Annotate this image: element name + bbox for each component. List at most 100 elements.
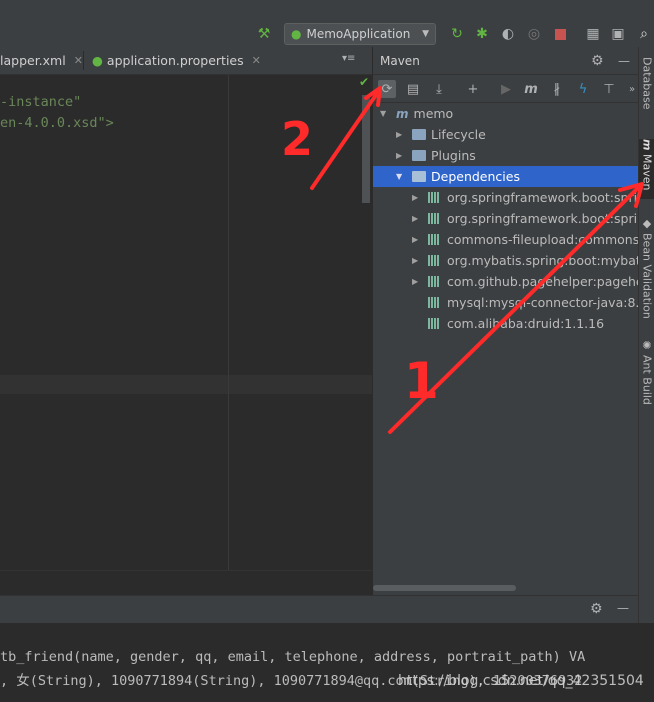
generate-sources-icon[interactable]: ▤ [404,80,422,98]
bean-validation-tool-tab[interactable]: ◆ Bean Validation [639,217,654,327]
tree-item-label: com.alibaba:druid:1.1.16 [447,316,605,331]
collapsed-arrow-icon: ▶ [412,193,419,202]
skip-tests-icon[interactable]: ϟ [574,80,592,98]
library-icon [428,255,442,266]
tree-item-memo[interactable]: ▼ m memo [373,103,639,124]
tab-label: application.properties [106,53,244,68]
build-hammer-icon[interactable]: ⚒ [256,26,272,42]
bottom-panel-header: ⚙ — [0,595,638,624]
ant-build-tool-tab[interactable]: ✺ Ant Build [639,339,654,409]
code-line: -instance" [0,94,82,110]
editor-tab-bar: lapper.xml ✕ ● application.properties ✕ … [0,47,372,75]
code-editor[interactable]: -instance" en-4.0.0.xsd"> ✔ [0,75,372,595]
library-icon [428,276,442,287]
profile-icon[interactable]: ◎ [526,26,542,42]
inspection-ok-icon: ✔ [359,75,370,89]
run-maven-build-icon[interactable]: ▶ [497,80,515,98]
tree-item-lifecycle[interactable]: ▶ Lifecycle [373,124,639,145]
collapsed-arrow-icon: ▶ [412,277,419,286]
tree-item-dependency[interactable]: ▶ org.springframework.boot:spring [373,208,639,229]
show-dependencies-icon[interactable]: ⊤ [600,80,618,98]
close-icon[interactable]: ✕ [252,54,261,67]
tree-item-label: org.mybatis.spring.boot:mybatis- [447,253,639,268]
add-maven-project-icon[interactable]: + [464,80,482,98]
ant-build-tab-label: Ant Build [640,355,654,405]
tree-item-label: org.springframework.boot:spring [447,211,639,226]
bean-validation-tab-label: Bean Validation [640,233,654,319]
folder-icon [412,150,426,161]
reload-all-maven-projects-icon[interactable]: ⟳ [378,80,396,98]
tree-item-dependency[interactable]: ▶ org.mybatis.spring.boot:mybatis- [373,250,639,271]
collapsed-arrow-icon: ▶ [396,151,403,160]
tree-item-dependency[interactable]: ▶ org.springframework.boot:spring [373,187,639,208]
tree-item-label: memo [413,106,454,121]
code-line: en-4.0.0.xsd"> [0,115,114,131]
database-tool-tab[interactable]: Database [639,57,654,127]
tree-item-dependency[interactable]: mysql:mysql-connector-java:8.0.1 [373,292,639,313]
console-output[interactable]: tb_friend(name, gender, qq, email, telep… [0,623,654,702]
tree-item-dependency[interactable]: com.alibaba:druid:1.1.16 [373,313,639,334]
more-actions-icon[interactable]: » [623,80,639,98]
database-tab-label: Database [640,57,654,110]
gear-icon[interactable]: ⚙ [591,53,604,69]
close-icon[interactable]: ✕ [74,54,83,67]
right-tool-strip: Database m Maven ◆ Bean Validation ✺ Ant… [638,47,654,637]
hide-icon[interactable]: — [618,54,630,68]
collapsed-arrow-icon: ▶ [396,130,403,139]
tree-item-label: Plugins [431,148,476,163]
tree-item-dependency[interactable]: ▶ commons-fileupload:commons-fi [373,229,639,250]
hide-icon[interactable]: — [617,601,629,615]
maven-header: Maven ⚙ — [373,47,639,75]
collapsed-arrow-icon: ▶ [412,235,419,244]
expanded-arrow-icon: ▼ [396,172,403,181]
editor-scrollbar[interactable] [362,95,370,203]
tree-item-dependencies[interactable]: ▼ Dependencies [373,166,639,187]
ant-icon: ✺ [640,339,654,352]
spring-boot-icon: ● [291,27,302,41]
maven-title: Maven [380,53,420,68]
toggle-offline-mode-icon[interactable]: ∦ [548,80,566,98]
tabs-overflow-icon[interactable]: ▾≡ [342,53,355,64]
collapsed-arrow-icon: ▶ [412,256,419,265]
bean-icon: ◆ [640,217,654,230]
spring-leaf-icon: ● [92,53,103,68]
terminal-window-icon[interactable]: ▣ [610,26,626,42]
maven-tool-tab[interactable]: m Maven [639,139,654,199]
tab-label: lapper.xml [0,53,66,68]
coverage-icon[interactable]: ◐ [500,26,516,42]
expanded-arrow-icon: ▼ [380,109,387,118]
run-configuration-select[interactable]: ● MemoApplication ▼ [284,23,436,45]
current-line-highlight [0,375,372,394]
console-line: tb_friend(name, gender, qq, email, telep… [0,649,586,665]
library-icon [428,192,442,203]
tab-mapper-xml[interactable]: lapper.xml ✕ [0,47,83,74]
tree-item-label: commons-fileupload:commons-fi [447,232,639,247]
library-icon [428,234,442,245]
watermark-text: https://blog.csdn.net/qq_42351504 [398,673,644,689]
tree-item-label: Lifecycle [431,127,486,142]
search-icon[interactable]: ⌕ [636,26,652,42]
tab-divider [83,51,84,70]
download-sources-icon[interactable]: ⤓ [430,80,448,98]
tree-item-label: org.springframework.boot:spring [447,190,639,205]
execute-maven-goal-icon[interactable]: m [522,80,540,98]
rerun-icon[interactable]: ↻ [449,26,465,42]
right-margin-guide [228,75,229,570]
maven-toolbar: ⟳ ▤ ⤓ + ▶ m ∦ ϟ ⊤ » [373,75,639,103]
gear-icon[interactable]: ⚙ [590,601,603,617]
main-toolbar: ⚒ ● MemoApplication ▼ ↻ ✱ ◐ ◎ ▦ ▣ ⌕ [0,0,654,48]
stop-icon[interactable] [552,26,568,42]
project-structure-icon[interactable]: ▦ [585,26,601,42]
library-icon [428,297,442,308]
chevron-down-icon: ▼ [422,29,429,39]
maven-tool-window: Maven ⚙ — ⟳ ▤ ⤓ + ▶ m ∦ ϟ ⊤ » ▼ m memo ▶… [372,47,639,595]
maven-icon: m [640,139,654,151]
tree-item-label: com.github.pagehelper:pagehelp [447,274,639,289]
run-config-label: MemoApplication [306,27,411,41]
library-icon [428,213,442,224]
tab-application-properties[interactable]: ● application.properties ✕ [92,47,261,74]
tree-item-dependency[interactable]: ▶ com.github.pagehelper:pagehelp [373,271,639,292]
debug-icon[interactable]: ✱ [474,26,490,42]
tree-item-plugins[interactable]: ▶ Plugins [373,145,639,166]
maven-horizontal-scrollbar[interactable] [373,585,516,591]
